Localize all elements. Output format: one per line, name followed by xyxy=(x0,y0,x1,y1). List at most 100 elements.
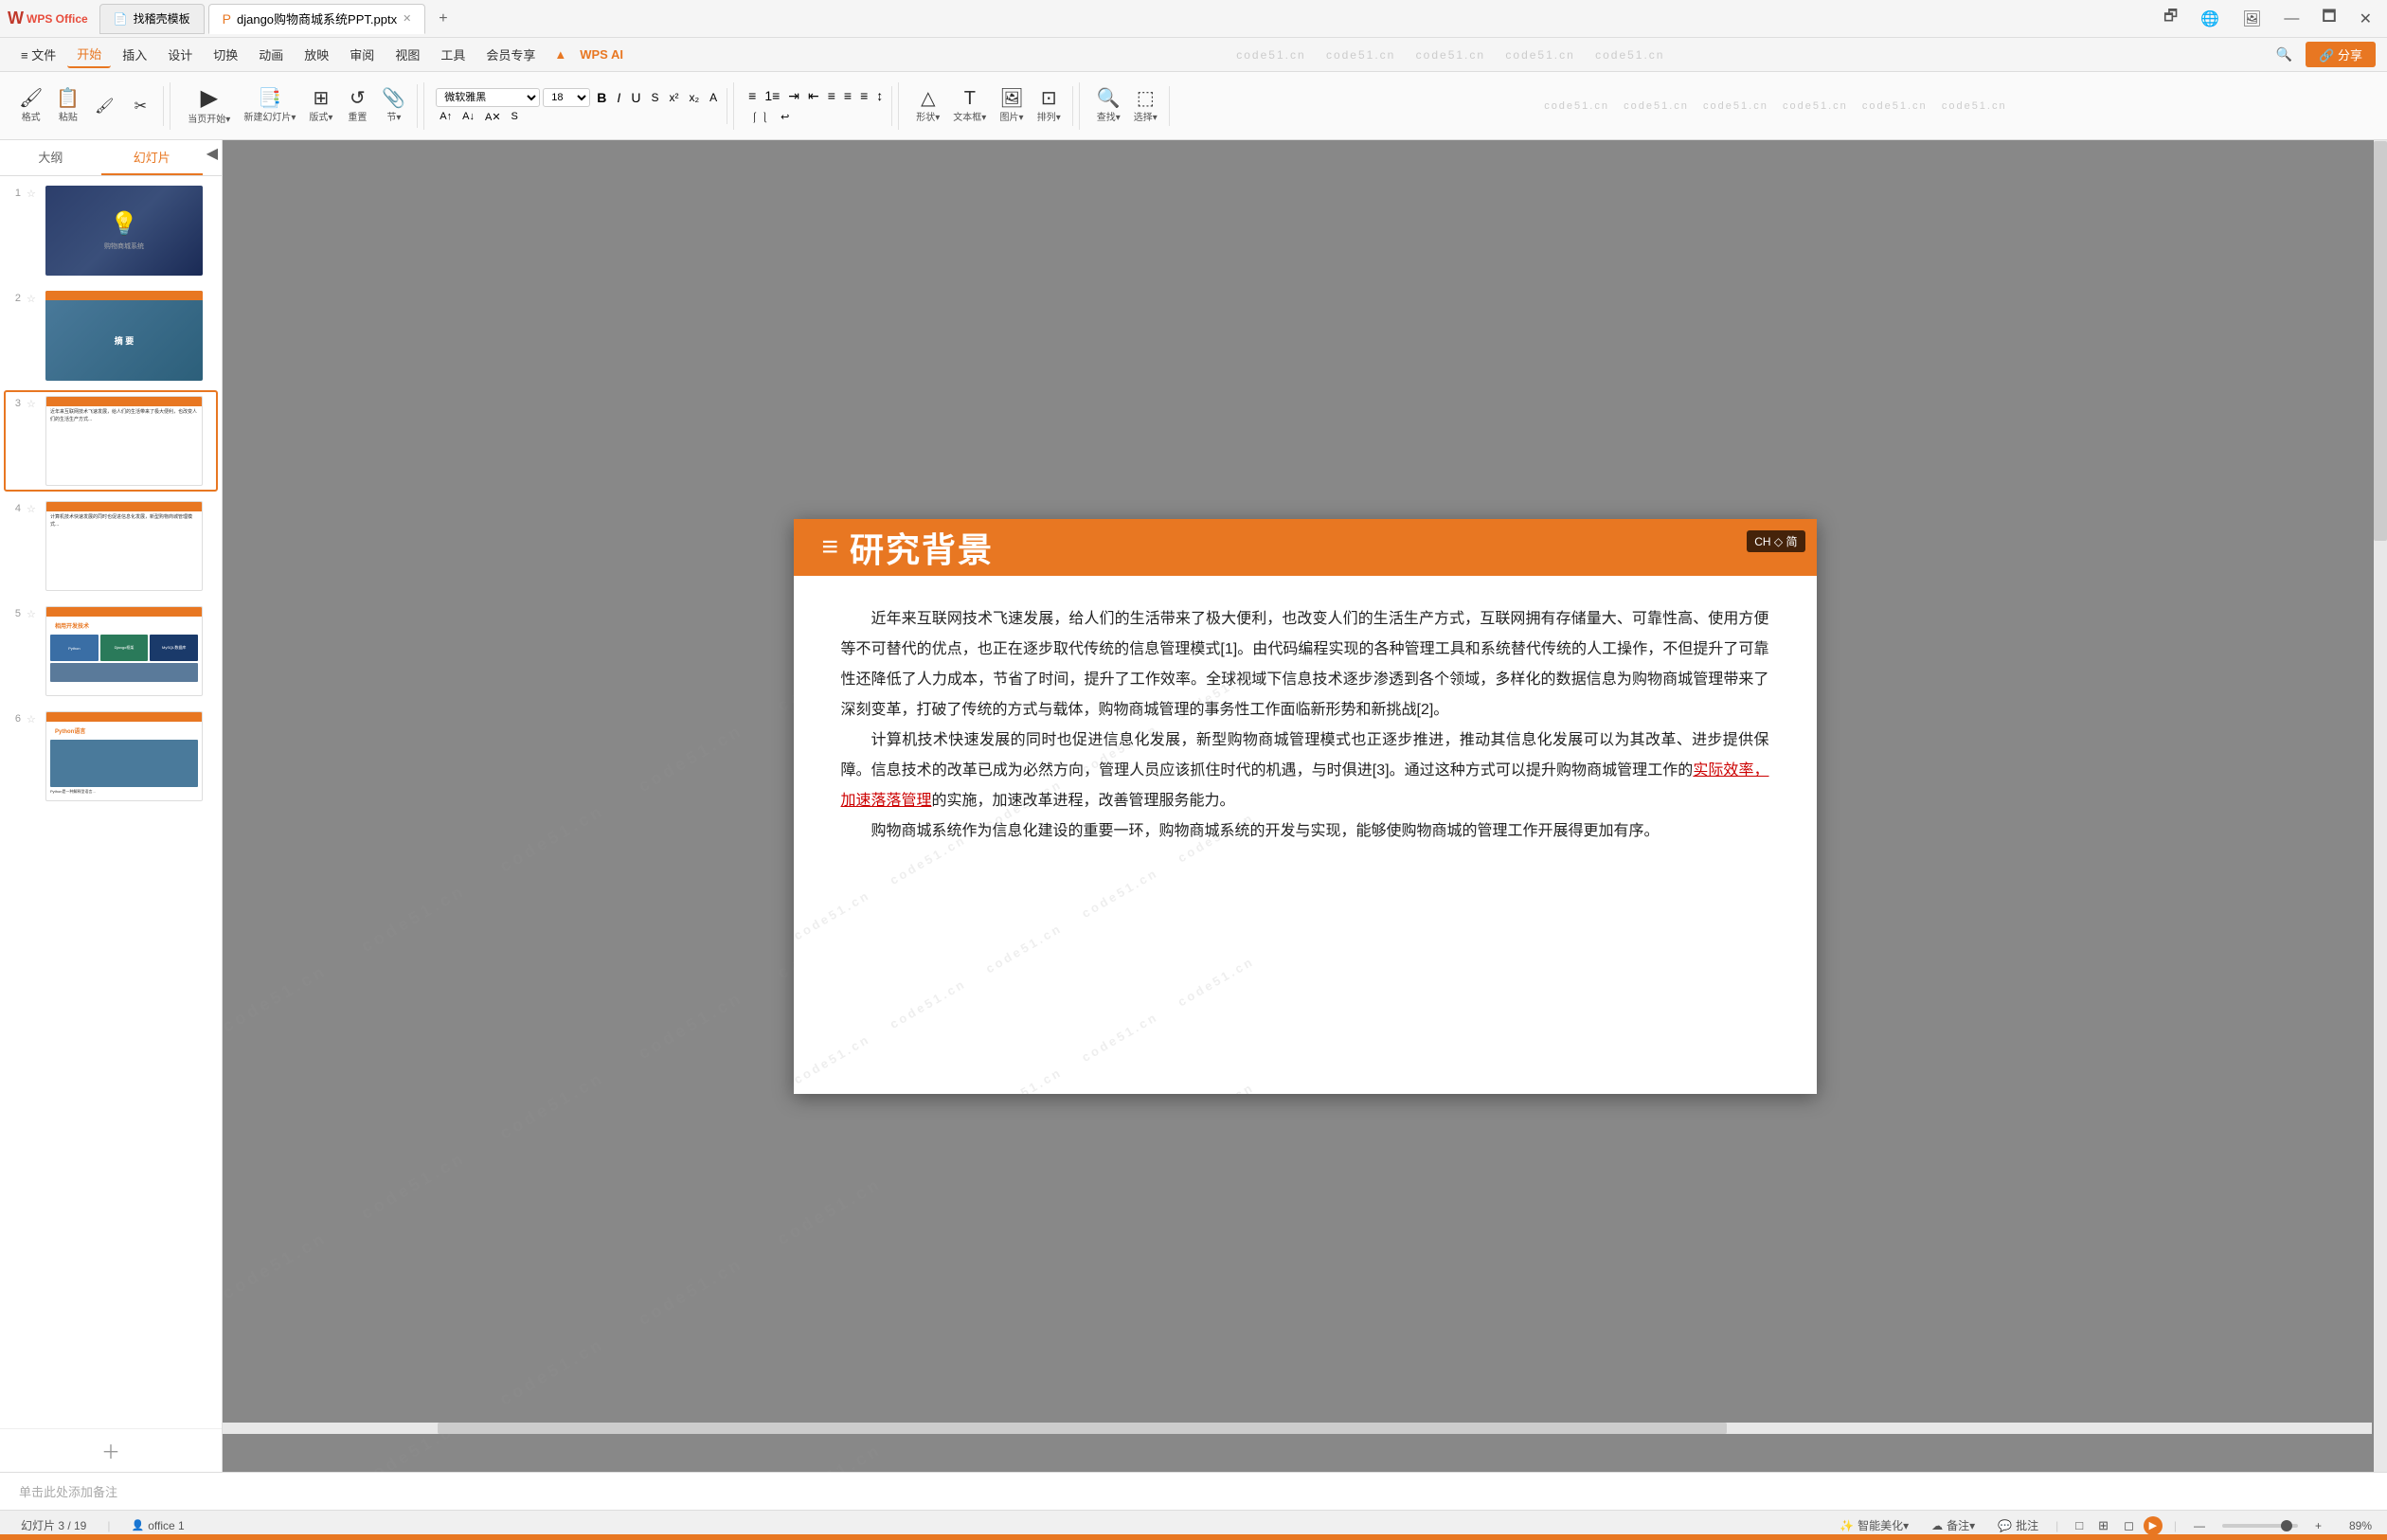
beautify-button[interactable]: ✨ 智能美化▾ xyxy=(1834,1515,1914,1535)
menu-view[interactable]: 视图 xyxy=(386,42,429,67)
shadow-button[interactable]: S xyxy=(508,110,522,123)
menu-file[interactable]: ≡ 文件 xyxy=(11,42,65,67)
format-button[interactable]: 🖌 格式 xyxy=(13,86,48,126)
sidebar: 大纲 幻灯片 ◀ 1 ☆ 💡 购物商城系统 2 ☆ xyxy=(0,140,223,1472)
window-image-button[interactable]: 🖼 xyxy=(2234,8,2269,30)
slide-item-1[interactable]: 1 ☆ 💡 购物商城系统 xyxy=(4,180,218,281)
font-color-button[interactable]: A xyxy=(706,89,721,106)
increase-font-button[interactable]: A↑ xyxy=(436,110,456,123)
new-slide-button[interactable]: 📑 新建幻灯片▾ xyxy=(238,86,301,126)
decrease-font-button[interactable]: A↓ xyxy=(458,110,478,123)
section-button[interactable]: 📎 节▾ xyxy=(376,86,411,126)
slide-item-3[interactable]: 3 ☆ 近年来互联网技术飞速发展，给人们的生活带来了极大便利，也改变人们的生活生… xyxy=(4,390,218,492)
tab-add-button[interactable]: + xyxy=(429,7,457,31)
zoom-slider[interactable] xyxy=(2222,1524,2298,1528)
strikethrough-button[interactable]: S xyxy=(647,89,662,106)
share-button[interactable]: 🔗 分享 xyxy=(2306,42,2376,67)
slide5-img4 xyxy=(50,663,198,682)
zoom-handle xyxy=(2281,1520,2292,1531)
menu-animation[interactable]: 动画 xyxy=(249,42,293,67)
arrange-icon: ⊡ xyxy=(1041,89,1057,108)
menu-review[interactable]: 审阅 xyxy=(340,42,384,67)
align-left-button[interactable]: ≡ xyxy=(825,86,838,105)
window-minimize-btn[interactable]: — xyxy=(2276,9,2306,29)
start-slideshow-button[interactable]: ▶ 当页开始▾ xyxy=(182,84,236,128)
separator-5 xyxy=(1079,82,1080,130)
layout-button[interactable]: ⊞ 版式▾ xyxy=(303,86,338,126)
slide6-title: Python语言 xyxy=(50,725,198,737)
menu-transition[interactable]: 切换 xyxy=(204,42,247,67)
separator-4 xyxy=(898,82,899,130)
cut-button[interactable]: ✂ xyxy=(123,94,157,118)
layout-icon: ⊞ xyxy=(313,89,329,108)
cut-icon: ✂ xyxy=(135,97,147,116)
select-button[interactable]: ⬚ 选择▾ xyxy=(1128,86,1163,126)
backup-button[interactable]: ☁ 备注▾ xyxy=(1926,1515,1981,1535)
ch-badge[interactable]: CH ◇ 简 xyxy=(1747,530,1804,552)
sidebar-collapse-button[interactable]: ◀ xyxy=(203,140,222,175)
align-center-button[interactable]: ≡ xyxy=(841,86,854,105)
menu-insert[interactable]: 插入 xyxy=(113,42,156,67)
menu-wps-ai[interactable]: WPS AI xyxy=(570,44,633,65)
view-normal-btn[interactable]: □ xyxy=(2070,1516,2089,1535)
sidebar-tab-outline[interactable]: 大纲 xyxy=(0,140,101,175)
clear-format-button[interactable]: A✕ xyxy=(481,110,505,124)
menu-vip[interactable]: 会员专享 xyxy=(476,42,545,67)
search-toolbar-btn[interactable]: 🔍 xyxy=(2269,45,2300,64)
reset-button[interactable]: ↺ 重置 xyxy=(340,86,374,126)
indent-button[interactable]: ⇥ xyxy=(785,86,802,106)
image-button[interactable]: 🖼 图片▾ xyxy=(994,86,1029,126)
view-grid-btn[interactable]: ⊞ xyxy=(2092,1516,2114,1535)
line-spacing-button[interactable]: ↕ xyxy=(873,86,886,105)
font-family-select[interactable]: 微软雅黑 xyxy=(436,88,540,107)
font-size-select[interactable]: 18 xyxy=(543,88,590,107)
menu-slideshow[interactable]: 放映 xyxy=(295,42,338,67)
horizontal-scrollbar[interactable] xyxy=(223,1423,2372,1434)
textbox-button[interactable]: T 文本框▾ xyxy=(947,86,992,126)
window-minimize-button[interactable]: 🗗 xyxy=(2156,4,2185,33)
subscript-button[interactable]: x² xyxy=(665,89,682,106)
slide1-label: 购物商城系统 xyxy=(104,242,144,251)
underline-button[interactable]: U xyxy=(627,88,644,107)
slide-item-5[interactable]: 5 ☆ 相用开发技术 Python Django框架 xyxy=(4,600,218,702)
slide-thumb-2: 摘 要 xyxy=(45,291,203,381)
paste-icon: 📋 xyxy=(56,89,80,108)
menu-design[interactable]: 设计 xyxy=(158,42,202,67)
bullet-button[interactable]: ≡ xyxy=(745,86,759,105)
shapes-button[interactable]: △ 形状▾ xyxy=(910,86,945,126)
slide-item-6[interactable]: 6 ☆ Python语言 Python是一种解释型语言... xyxy=(4,706,218,807)
menu-start[interactable]: 开始 xyxy=(67,41,111,68)
window-maximize-btn[interactable]: 🗖 xyxy=(2314,4,2343,33)
comment-button[interactable]: 💬 批注 xyxy=(1992,1515,2044,1535)
slide-item-2[interactable]: 2 ☆ 摘 要 xyxy=(4,285,218,386)
superscript-button[interactable]: x₂ xyxy=(685,89,703,106)
align-right-button[interactable]: ≡ xyxy=(857,86,870,105)
add-slide-button[interactable]: ＋ xyxy=(0,1428,222,1472)
find-button[interactable]: 🔍 查找▾ xyxy=(1091,86,1126,126)
outdent-button[interactable]: ⇤ xyxy=(805,86,822,106)
text-direction-button[interactable]: ↩ xyxy=(777,110,793,124)
window-close-btn[interactable]: ✕ xyxy=(2352,8,2379,30)
bold-button[interactable]: B xyxy=(593,88,610,107)
numbering-button[interactable]: 1≡ xyxy=(762,86,782,105)
paste-button[interactable]: 📋 粘贴 xyxy=(50,86,85,126)
tab-templates[interactable]: 📄 找稽壳模板 xyxy=(99,4,205,34)
view-read-btn[interactable]: ◻ xyxy=(2118,1516,2140,1535)
arrange-button[interactable]: ⊡ 排列▾ xyxy=(1032,86,1067,126)
notes-placeholder[interactable]: 单击此处添加备注 xyxy=(19,1480,2368,1502)
menu-tools[interactable]: 工具 xyxy=(431,42,475,67)
italic-button[interactable]: I xyxy=(613,88,624,107)
zoom-in-button[interactable]: + xyxy=(2309,1517,2327,1534)
vertical-scrollbar[interactable] xyxy=(2374,140,2387,1472)
copy-format-button[interactable]: 🖌 xyxy=(87,94,121,118)
view-play-btn[interactable]: ▶ xyxy=(2144,1516,2163,1535)
slide-item-4[interactable]: 4 ☆ 计算机技术快速发展的同时也促进信息化发展，新型购物商城管理模式... xyxy=(4,495,218,597)
col-button[interactable]: ⎰⎱ xyxy=(745,109,774,126)
sidebar-tab-slides[interactable]: 幻灯片 xyxy=(101,140,203,175)
tab-close-icon[interactable]: ✕ xyxy=(403,12,411,25)
tab-pptx[interactable]: P django购物商城系统PPT.pptx ✕ xyxy=(208,4,426,34)
slide-star-5: ☆ xyxy=(27,608,40,620)
slide-canvas[interactable]: ≡ 研究背景 CH ◇ 简 近年来互联网技术飞速发展，给人们的生活带来了极大便利… xyxy=(794,519,1817,1094)
window-globe-button[interactable]: 🌐 xyxy=(2193,8,2227,30)
zoom-out-button[interactable]: — xyxy=(2188,1517,2211,1534)
